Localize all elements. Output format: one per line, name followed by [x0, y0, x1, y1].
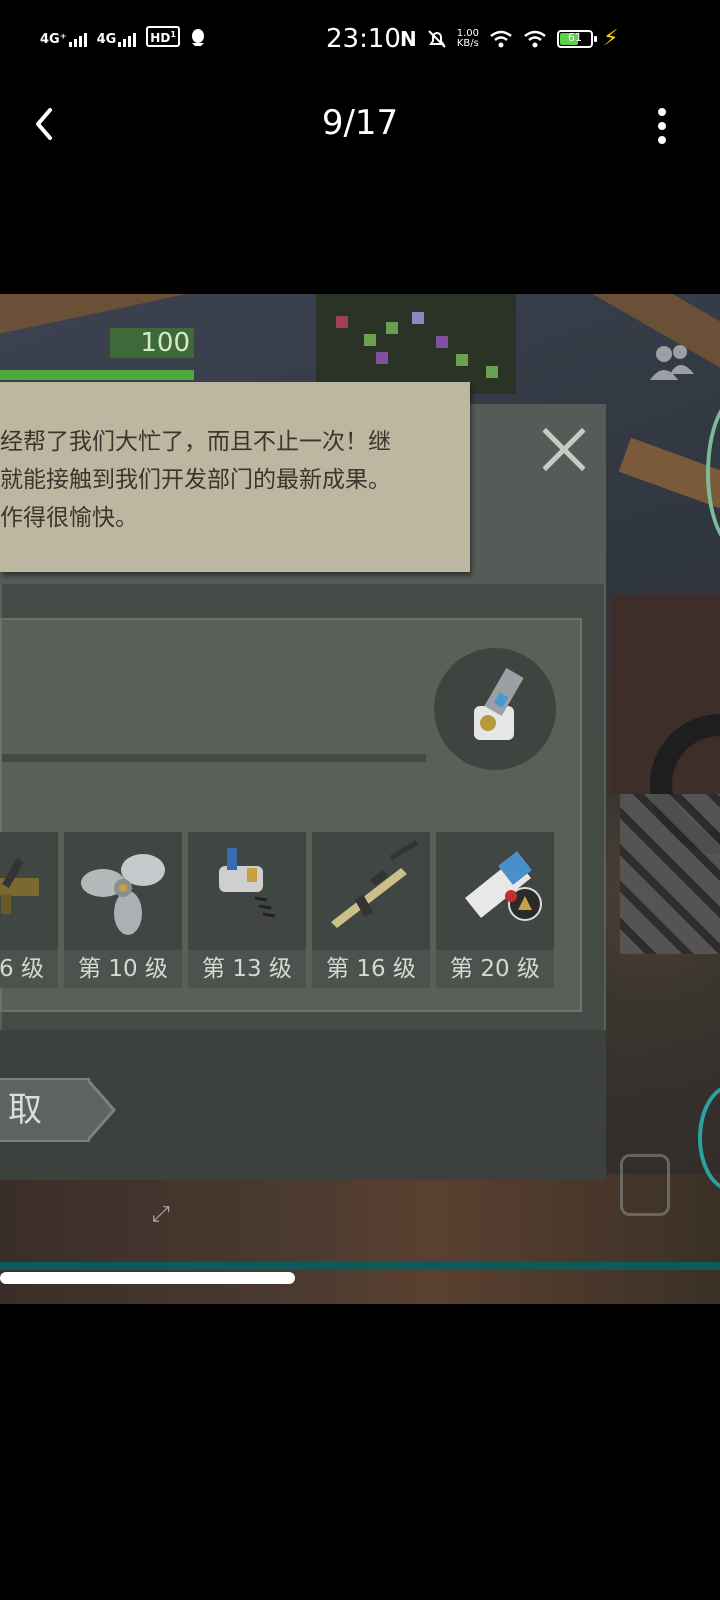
quote-line-1: 经帮了我们大忙了，而且不止一次！继 [0, 429, 391, 455]
more-dot [658, 108, 666, 116]
status-left: 4G⁺ 4G HD1 [40, 26, 206, 47]
key-icon [474, 667, 524, 740]
reward-item[interactable]: 第 20 级 [436, 832, 554, 988]
health-value: 100 [110, 328, 194, 358]
backpack-icon[interactable] [620, 1154, 670, 1216]
image-counter: 9/17 [321, 103, 399, 143]
charging-icon: ⚡ [603, 26, 619, 51]
note [336, 316, 348, 328]
wifi-icon-2 [524, 30, 546, 47]
floor-area [0, 1174, 720, 1304]
mute-bell-icon [428, 29, 446, 48]
quote-box: 经帮了我们大忙了，而且不止一次！继 就能接触到我们开发部门的最新成果。 作得很愉… [0, 382, 470, 572]
health-bar [0, 370, 194, 380]
more-dot [658, 122, 666, 130]
note [376, 352, 388, 364]
notice-board [316, 294, 516, 394]
note [486, 366, 498, 378]
signal-icon-2 [118, 33, 137, 47]
reward-items: 6 级 第 10 级 第 13 级 第 16 级 第 20 级 [0, 832, 582, 988]
quote-line-2: 就能接触到我们开发部门的最新成果。 [0, 467, 391, 493]
blueprint-icon [465, 851, 542, 921]
video-progress-played[interactable] [0, 1272, 295, 1284]
note [456, 354, 468, 366]
note [436, 336, 448, 348]
drill-icon [219, 848, 276, 930]
rifle-icon [331, 839, 419, 928]
wood-beam [618, 437, 720, 527]
note [364, 334, 376, 346]
progress-bar [2, 754, 426, 762]
more-options-button[interactable] [654, 108, 670, 144]
nfc-icon: N [400, 26, 417, 51]
map-ring [706, 394, 720, 552]
status-right: N 1.00 KB/s 61 ⚡ [400, 26, 618, 51]
battery-icon: 61 [557, 29, 598, 48]
claim-button[interactable]: 取 [0, 1078, 90, 1142]
close-button[interactable] [540, 426, 586, 472]
more-dot [658, 136, 666, 144]
note [412, 312, 424, 324]
status-bar: 4G⁺ 4G HD1 23:10 N 1.00 KB/s 61 ⚡ [0, 0, 720, 80]
claim-button-tip-fill [86, 1080, 112, 1140]
network-indicator-2: 4G [97, 32, 137, 47]
reward-item[interactable]: 6 级 [0, 832, 58, 988]
network-indicator-1: 4G⁺ [40, 32, 87, 47]
qq-icon [191, 29, 204, 46]
reward-panel: 6 级 第 10 级 第 13 级 第 16 级 第 20 级 [0, 618, 582, 1012]
reward-dialog: 经帮了我们大忙了，而且不止一次！继 就能接触到我们开发部门的最新成果。 作得很愉… [0, 382, 606, 1180]
hd-voice-icon: HD1 [146, 26, 180, 47]
cinder-blocks [620, 794, 720, 954]
video-progress-track[interactable] [0, 1262, 720, 1270]
reward-item[interactable]: 第 13 级 [188, 832, 306, 988]
game-screenshot[interactable]: 100 ⤢ 经帮了我们大忙了，而且不止一次！继 就能接触到我们开发部门的最新成果… [0, 294, 720, 1304]
propeller-icon [81, 854, 165, 935]
note [386, 322, 398, 334]
reward-item[interactable]: 第 10 级 [64, 832, 182, 988]
net-speed: 1.00 KB/s [456, 27, 480, 49]
dialog-footer: 取 [0, 1030, 606, 1180]
quote-line-3: 作得很愉快。 [0, 505, 138, 531]
reward-item[interactable]: 第 16 级 [312, 832, 430, 988]
key-reward[interactable] [434, 648, 556, 770]
expand-icon[interactable]: ⤢ [152, 1202, 180, 1230]
gun-part-icon [0, 858, 39, 914]
friends-icon[interactable] [646, 342, 696, 382]
wifi-icon [490, 30, 512, 47]
clock: 23:10 [326, 24, 401, 54]
signal-icon [68, 33, 87, 47]
